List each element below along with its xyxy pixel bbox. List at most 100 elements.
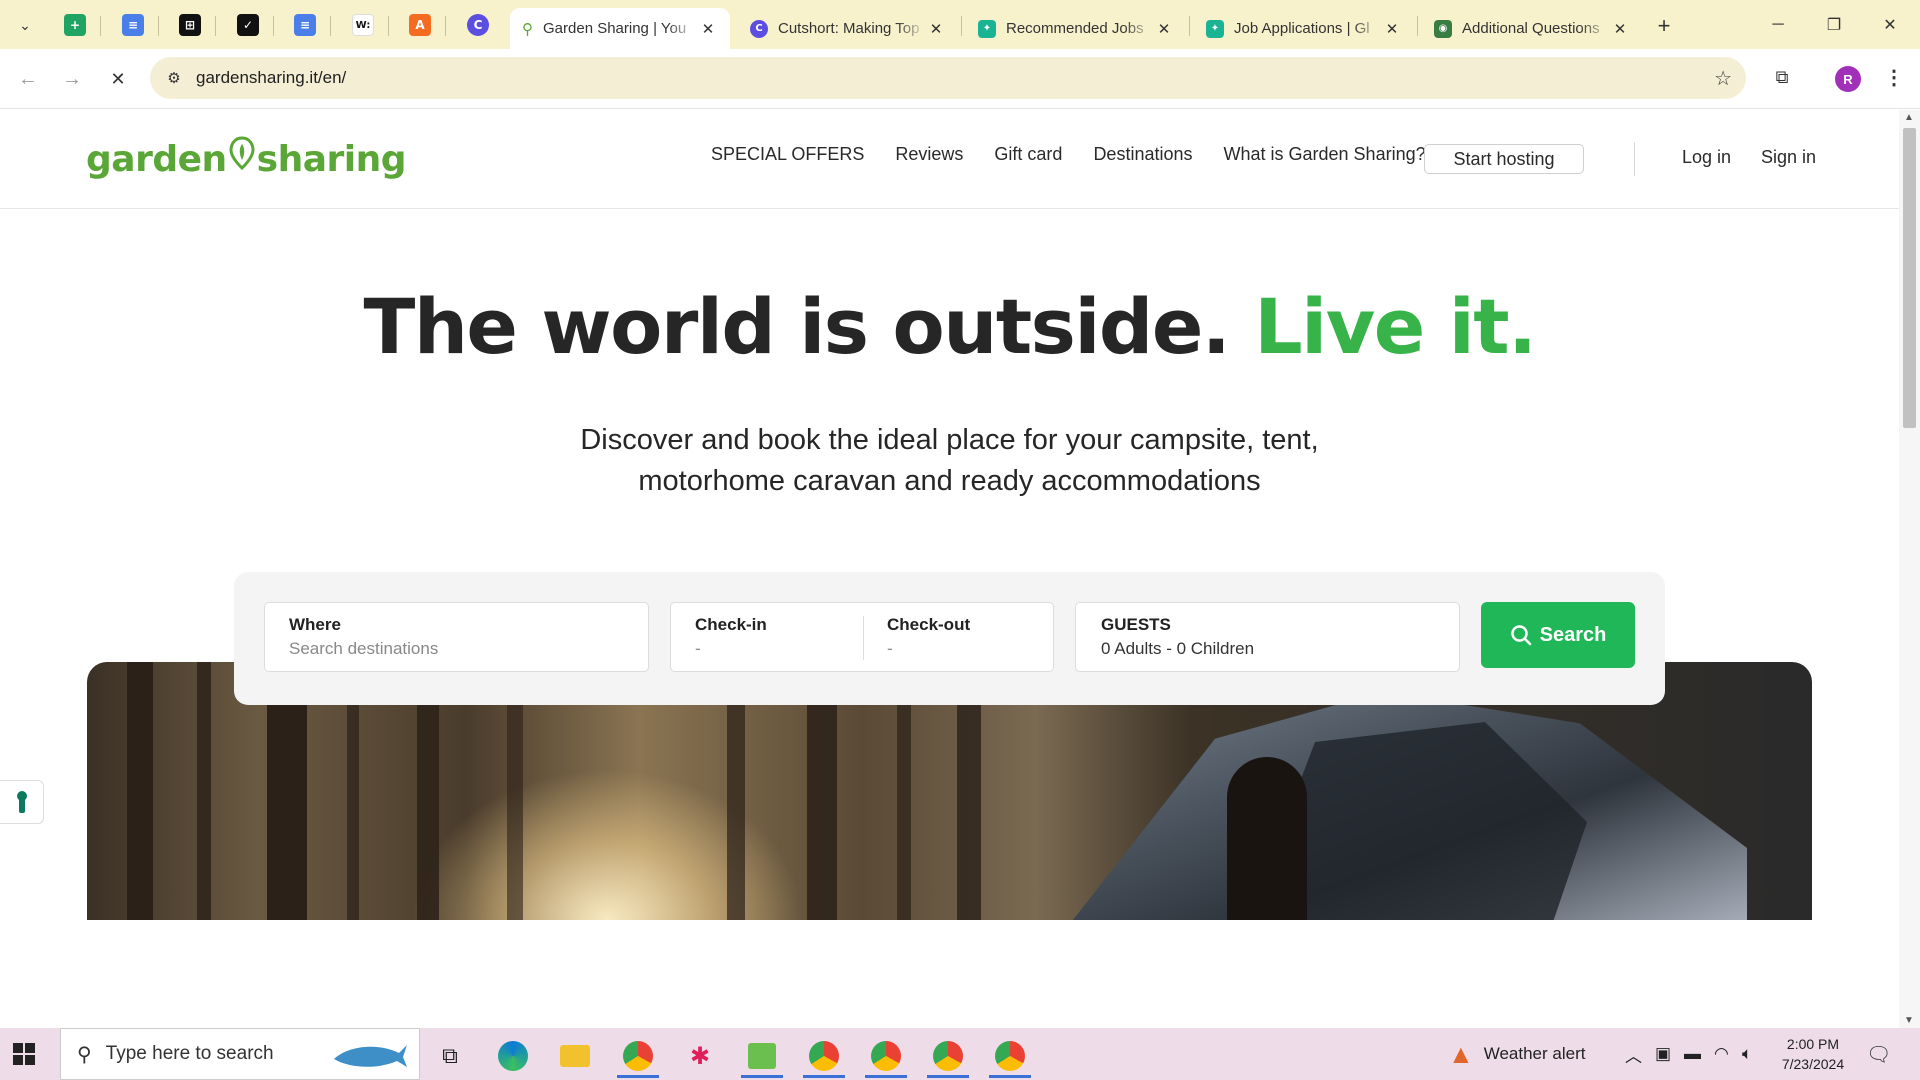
close-tab-icon[interactable]: ✕ xyxy=(1382,19,1402,39)
where-input[interactable]: Search destinations xyxy=(289,639,648,659)
docs-icon: ≡ xyxy=(294,14,316,36)
pinned-tab-check[interactable]: ✓ xyxy=(228,8,268,42)
minimize-window-icon[interactable]: ─ xyxy=(1750,0,1806,49)
profile-avatar[interactable]: R xyxy=(1835,66,1861,92)
browser-menu-icon[interactable]: ⋮ xyxy=(1880,63,1908,91)
volume-icon[interactable]: 🔈︎ xyxy=(1742,1028,1752,1080)
photo-app-icon[interactable] xyxy=(737,1034,787,1078)
checkin-value: - xyxy=(695,639,701,658)
tab-separator xyxy=(330,16,331,36)
main-nav: SPECIAL OFFERS Reviews Gift card Destina… xyxy=(711,144,1457,165)
url-text[interactable]: gardensharing.it/en/ xyxy=(196,68,346,88)
wix-icon: W: xyxy=(352,14,374,36)
where-label: Where xyxy=(289,615,341,634)
tab-cutshort[interactable]: C Cutshort: Making Top ✕ xyxy=(738,8,958,49)
scrollbar-thumb[interactable] xyxy=(1903,128,1916,428)
scroll-down-arrow-icon[interactable]: ▼ xyxy=(1904,1015,1914,1026)
tab-separator xyxy=(158,16,159,36)
tab-additional-questions[interactable]: ◉ Additional Questions ✕ xyxy=(1422,8,1642,49)
weather-alert-icon: ▲ xyxy=(1448,1038,1474,1069)
weather-widget[interactable]: ▲ Weather alert xyxy=(1448,1028,1585,1080)
where-field[interactable]: Where Search destinations xyxy=(264,602,649,672)
search-button-label: Search xyxy=(1539,623,1607,646)
pinned-tab-sheets[interactable]: + xyxy=(55,8,95,42)
close-window-icon[interactable]: ✕ xyxy=(1862,0,1918,49)
file-explorer-icon[interactable] xyxy=(550,1034,600,1078)
tab-title: Recommended Jobs xyxy=(1006,20,1144,37)
tab-separator xyxy=(273,16,274,36)
checkin-field[interactable]: Check-in - xyxy=(695,615,767,659)
close-tab-icon[interactable]: ✕ xyxy=(1610,19,1630,39)
battery-icon[interactable]: ▬ xyxy=(1684,1028,1701,1080)
nav-special-offers[interactable]: SPECIAL OFFERS xyxy=(711,144,864,165)
tab-title: Cutshort: Making Top xyxy=(778,20,920,37)
nav-destinations[interactable]: Destinations xyxy=(1093,144,1192,165)
tab-separator xyxy=(388,16,389,36)
leaf-pin-icon: ⚲ xyxy=(522,20,533,38)
garden-sharing-logo[interactable]: garden sharing xyxy=(86,134,406,184)
taskbar-search-box[interactable]: ⚲ Type here to search xyxy=(60,1028,420,1080)
questions-site-icon: ◉ xyxy=(1434,19,1452,38)
nav-gift-card[interactable]: Gift card xyxy=(994,144,1062,165)
chrome-profile-n-icon[interactable] xyxy=(799,1034,849,1078)
close-tab-icon[interactable]: ✕ xyxy=(926,19,946,39)
slack-icon[interactable]: ✱ xyxy=(675,1034,725,1078)
nav-reviews[interactable]: Reviews xyxy=(895,144,963,165)
site-info-icon[interactable]: ⚙ xyxy=(154,69,194,87)
stop-loading-icon[interactable]: ✕ xyxy=(102,63,134,95)
guests-field[interactable]: GUESTS 0 Adults - 0 Children xyxy=(1075,602,1460,672)
windows-start-icon[interactable] xyxy=(12,1042,36,1071)
accessibility-widget-button[interactable] xyxy=(0,780,44,824)
edge-browser-icon[interactable] xyxy=(488,1034,538,1078)
tab-job-applications[interactable]: ✦ Job Applications | Gl ✕ xyxy=(1194,8,1414,49)
checkout-field[interactable]: Check-out - xyxy=(887,615,970,659)
task-view-icon[interactable]: ⧉ xyxy=(425,1034,475,1078)
tab-garden-sharing[interactable]: ⚲ Garden Sharing | You ✕ xyxy=(510,8,730,49)
pinned-tab-orange[interactable]: A xyxy=(400,8,440,42)
pinned-tab-app-black[interactable]: ⊞ xyxy=(170,8,210,42)
chrome-profile-s-icon[interactable] xyxy=(985,1034,1035,1078)
dates-field[interactable]: Check-in - Check-out - xyxy=(670,602,1054,672)
wifi-icon[interactable]: ◠ xyxy=(1714,1028,1729,1080)
new-tab-plus-icon[interactable]: + xyxy=(1650,12,1678,40)
search-button[interactable]: Search xyxy=(1481,602,1635,668)
hero-subtitle-line: motorhome caravan and ready accommodatio… xyxy=(638,465,1261,497)
tab-recommended-jobs[interactable]: ✦ Recommended Jobs ✕ xyxy=(966,8,1186,49)
page-scrollbar[interactable]: ▲ ▼ xyxy=(1899,110,1920,1028)
page-viewport: garden sharing SPECIAL OFFERS Reviews Gi… xyxy=(0,110,1899,1028)
meet-now-icon[interactable]: ▣ xyxy=(1655,1028,1671,1080)
signin-link[interactable]: Sign in xyxy=(1761,147,1816,168)
docs-icon: ≡ xyxy=(122,14,144,36)
tab-search-menu-icon[interactable]: ⌄ xyxy=(8,9,42,41)
chrome-profile-2-icon[interactable] xyxy=(861,1034,911,1078)
pinned-tab-docs[interactable]: ≡ xyxy=(113,8,153,42)
extensions-puzzle-icon[interactable]: ⧉ xyxy=(1768,63,1796,91)
notifications-icon[interactable]: 🗨︎ xyxy=(1866,1042,1891,1067)
logo-text-right: sharing xyxy=(256,138,407,180)
system-clock[interactable]: 2:00 PM 7/23/2024 xyxy=(1758,1034,1868,1074)
camper-silhouette xyxy=(1227,757,1307,920)
show-hidden-icons-chevron-icon[interactable]: ︿ xyxy=(1625,1028,1642,1080)
close-tab-icon[interactable]: ✕ xyxy=(698,19,718,39)
nav-what-is[interactable]: What is Garden Sharing? xyxy=(1224,144,1426,165)
forward-arrow-icon[interactable]: → xyxy=(56,63,88,95)
restore-window-icon[interactable]: ❐ xyxy=(1806,0,1862,49)
scroll-up-arrow-icon[interactable]: ▲ xyxy=(1904,112,1914,123)
pinned-tab-purple[interactable]: C xyxy=(458,8,498,42)
checkin-label: Check-in xyxy=(695,615,767,634)
back-arrow-icon[interactable]: ← xyxy=(12,63,44,95)
bookmark-star-icon[interactable]: ☆ xyxy=(1714,66,1732,91)
purple-c-icon: C xyxy=(467,14,489,36)
sheets-icon: + xyxy=(64,14,86,36)
guests-label: GUESTS xyxy=(1101,615,1171,634)
pinned-tab-docs-2[interactable]: ≡ xyxy=(285,8,325,42)
pinned-tab-wix[interactable]: W: xyxy=(343,8,383,42)
start-hosting-button[interactable]: Start hosting xyxy=(1424,144,1584,174)
chrome-profile-r-icon[interactable] xyxy=(923,1034,973,1078)
browser-toolbar: ← → ✕ ⚙ gardensharing.it/en/ ☆ ⧉ R ⋮ xyxy=(0,49,1920,109)
close-tab-icon[interactable]: ✕ xyxy=(1154,19,1174,39)
chrome-profile-1-icon[interactable] xyxy=(613,1034,663,1078)
tab-separator xyxy=(445,16,446,36)
address-bar[interactable]: ⚙ gardensharing.it/en/ ☆ xyxy=(150,57,1746,99)
login-link[interactable]: Log in xyxy=(1682,147,1731,168)
